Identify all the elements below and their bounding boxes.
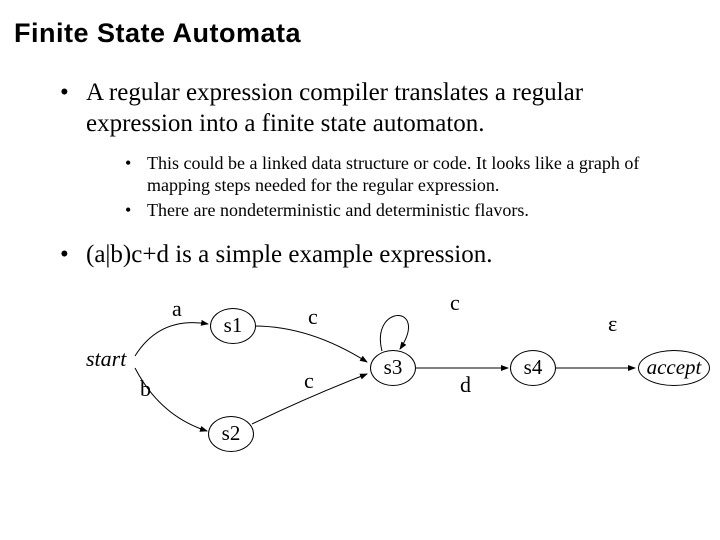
sub-bullets: This could be a linked data structure or… [60, 152, 670, 222]
node-s3: s3 [370, 350, 416, 386]
bullet-2: (a|b)c+d is a simple example expression. [60, 239, 670, 270]
node-s2: s2 [208, 416, 254, 452]
bullet-1a: This could be a linked data structure or… [125, 152, 670, 197]
edge-c2-label: c [304, 368, 314, 394]
edge-eps-label: ε [608, 311, 617, 337]
fsa-diagram: start s1 s2 s3 s4 accept a b c c c d ε [80, 276, 720, 476]
edge-b-label: b [140, 376, 151, 402]
slide-content: A regular expression compiler translates… [0, 49, 720, 476]
bullet-1: A regular expression compiler translates… [60, 77, 670, 140]
node-start: start [86, 346, 126, 372]
bullet-1b: There are nondeterministic and determini… [125, 199, 670, 222]
node-accept: accept [638, 350, 710, 386]
slide-title: Finite State Automata [0, 0, 720, 49]
edge-a-label: a [172, 296, 182, 322]
edge-d-label: d [460, 372, 471, 398]
node-s1: s1 [210, 308, 256, 344]
node-s4: s4 [510, 350, 556, 386]
edge-cloop-label: c [450, 290, 460, 316]
edge-c1-label: c [308, 304, 318, 330]
